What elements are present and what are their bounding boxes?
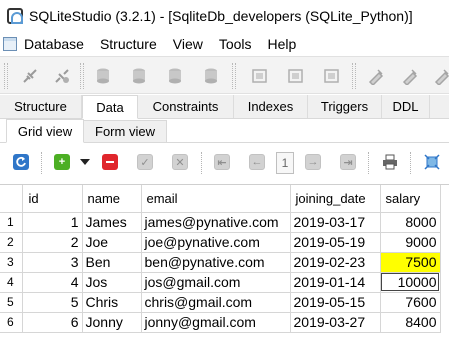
cell-joining-date[interactable]: 2019-05-19 [290, 232, 381, 253]
title-bar: SQLiteStudio (3.2.1) - [SqliteDb_develop… [0, 0, 449, 32]
last-page-icon[interactable]: ⇥ [340, 154, 356, 170]
page-number-field[interactable]: 1 [276, 152, 294, 174]
menu-structure[interactable]: Structure [92, 36, 165, 52]
menu-tools[interactable]: Tools [211, 36, 260, 52]
table-row: 1 1 James james@pynative.com 2019-03-17 … [0, 212, 441, 233]
cell-name[interactable]: Joe [82, 232, 142, 253]
column-header-id[interactable]: id [22, 185, 83, 213]
tab-data[interactable]: Data [82, 95, 138, 119]
cell-joining-date[interactable]: 2019-02-23 [290, 252, 381, 273]
main-toolbar [0, 56, 449, 94]
refresh-icon[interactable] [13, 154, 29, 170]
column-header-email[interactable]: email [141, 185, 291, 213]
menu-database[interactable]: Database [21, 36, 92, 52]
insert-row-icon[interactable]: + [54, 154, 70, 170]
cell-name[interactable]: Jos [82, 272, 142, 293]
toolbar-grip [4, 63, 8, 89]
cell-id[interactable]: 1 [22, 212, 83, 233]
menu-bar: Database Structure View Tools Help [0, 32, 449, 56]
cell-id[interactable]: 5 [22, 292, 83, 313]
first-page-icon[interactable]: ⇤ [214, 154, 230, 170]
menu-view[interactable]: View [165, 36, 211, 52]
add-db-icon[interactable] [94, 66, 114, 86]
cell-id[interactable]: 4 [22, 272, 83, 293]
row-number[interactable]: 5 [0, 292, 23, 313]
cell-joining-date[interactable]: 2019-01-14 [290, 272, 381, 293]
table-row: 3 3 Ben ben@pynative.com 2019-02-23 7500 [0, 252, 441, 273]
cell-salary[interactable]: 8400 [380, 312, 441, 333]
table-header-row: id name email joining_date salary [0, 185, 441, 213]
results-table: id name email joining_date salary 1 1 Ja… [0, 185, 441, 333]
window-title: SQLiteStudio (3.2.1) - [SqliteDb_develop… [29, 8, 413, 24]
row-number[interactable]: 2 [0, 232, 23, 253]
cell-salary[interactable]: 8000 [380, 212, 441, 233]
data-toolbar: + ✓ ✕ ⇤ ← → ⇥ [0, 143, 449, 183]
tab-triggers[interactable]: Triggers [308, 95, 382, 118]
create-table-icon[interactable] [250, 66, 270, 86]
table-row: 6 6 Jonny jonny@gmail.com 2019-03-27 840… [0, 312, 441, 333]
delete-table-icon[interactable] [322, 66, 342, 86]
column-header-salary[interactable]: salary [380, 185, 441, 213]
cell-email[interactable]: ben@pynative.com [141, 252, 291, 273]
cell-email[interactable]: james@pynative.com [141, 212, 291, 233]
table-window-tabs: Structure Data Constraints Indexes Trigg… [0, 95, 449, 119]
table-row: 2 2 Joe joe@pynative.com 2019-05-19 9000 [0, 232, 441, 253]
tab-grid-view[interactable]: Grid view [6, 119, 84, 143]
refresh-db-icon[interactable] [202, 66, 222, 86]
cell-id[interactable]: 2 [22, 232, 83, 253]
cell-id[interactable]: 3 [22, 252, 83, 273]
next-page-icon[interactable]: → [305, 154, 321, 170]
rollback-icon[interactable]: ✕ [172, 154, 188, 170]
print-icon[interactable] [382, 154, 398, 170]
menu-help[interactable]: Help [260, 36, 305, 52]
cell-name[interactable]: Chris [82, 292, 142, 313]
delete-row-icon[interactable] [102, 154, 118, 170]
tab-indexes[interactable]: Indexes [234, 95, 308, 118]
tab-ddl[interactable]: DDL [382, 95, 430, 118]
prev-page-icon[interactable]: ← [249, 154, 265, 170]
remove-db-icon[interactable] [166, 66, 186, 86]
create-index-icon[interactable] [366, 66, 386, 86]
disconnect-db-icon[interactable] [52, 66, 72, 86]
edit-table-icon[interactable] [286, 66, 306, 86]
row-number[interactable]: 6 [0, 312, 23, 333]
cell-salary-selected[interactable]: 10000 [380, 272, 441, 293]
cell-salary[interactable]: 9000 [380, 232, 441, 253]
cell-id[interactable]: 6 [22, 312, 83, 333]
window-menu-icon[interactable] [3, 37, 17, 51]
filter-icon[interactable] [424, 154, 440, 170]
tab-form-view[interactable]: Form view [83, 120, 167, 142]
table-row: 5 5 Chris chris@gmail.com 2019-05-15 760… [0, 292, 441, 313]
connect-db-icon[interactable] [20, 66, 40, 86]
row-number-header[interactable] [0, 185, 23, 213]
delete-index-icon[interactable] [432, 66, 449, 86]
cell-name[interactable]: James [82, 212, 142, 233]
row-number[interactable]: 4 [0, 272, 23, 293]
cell-joining-date[interactable]: 2019-03-17 [290, 212, 381, 233]
chevron-down-icon[interactable] [80, 159, 90, 165]
row-number[interactable]: 3 [0, 252, 23, 273]
cell-salary[interactable]: 7600 [380, 292, 441, 313]
cell-salary-modified[interactable]: 7500 [380, 252, 441, 273]
commit-icon[interactable]: ✓ [137, 154, 153, 170]
tab-structure[interactable]: Structure [0, 95, 82, 118]
edit-db-icon[interactable] [130, 66, 150, 86]
column-header-joining-date[interactable]: joining_date [290, 185, 381, 213]
cell-joining-date[interactable]: 2019-03-27 [290, 312, 381, 333]
row-number[interactable]: 1 [0, 212, 23, 233]
sqlitestudio-icon [7, 8, 23, 24]
cell-email[interactable]: joe@pynative.com [141, 232, 291, 253]
cell-email[interactable]: jos@gmail.com [141, 272, 291, 293]
cell-name[interactable]: Ben [82, 252, 142, 273]
data-grid: id name email joining_date salary 1 1 Ja… [0, 184, 449, 340]
data-view-tabs: Grid view Form view [0, 119, 449, 143]
column-header-name[interactable]: name [82, 185, 142, 213]
cell-email[interactable]: jonny@gmail.com [141, 312, 291, 333]
cell-email[interactable]: chris@gmail.com [141, 292, 291, 313]
cell-joining-date[interactable]: 2019-05-15 [290, 292, 381, 313]
table-row: 4 4 Jos jos@gmail.com 2019-01-14 10000 [0, 272, 441, 293]
edit-index-icon[interactable] [400, 66, 420, 86]
tab-constraints[interactable]: Constraints [138, 95, 234, 118]
cell-name[interactable]: Jonny [82, 312, 142, 333]
